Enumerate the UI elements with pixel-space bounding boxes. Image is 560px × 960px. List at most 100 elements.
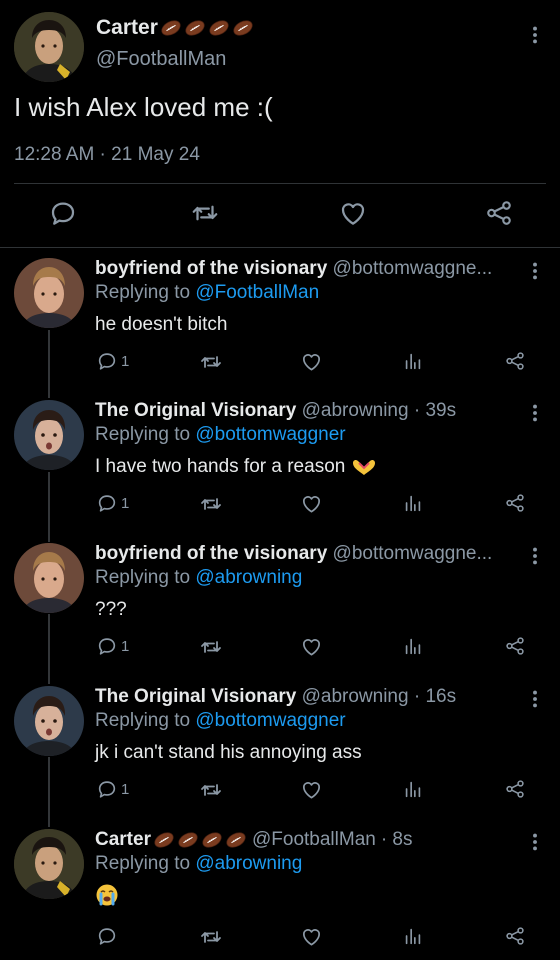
like-button[interactable] xyxy=(300,925,323,948)
more-vertical-icon[interactable] xyxy=(532,545,538,567)
like-button[interactable] xyxy=(300,350,323,373)
heart-icon xyxy=(300,635,323,658)
football-emoji-icon xyxy=(184,19,206,37)
views-button[interactable] xyxy=(402,635,424,657)
views-button[interactable] xyxy=(402,925,424,947)
more-vertical-icon[interactable] xyxy=(532,688,538,710)
reply-button[interactable] xyxy=(96,925,118,947)
author-handle[interactable]: @FootballMan xyxy=(252,829,376,851)
avatar[interactable] xyxy=(14,400,84,470)
replying-prefix: Replying to xyxy=(95,424,191,445)
more-vertical-icon[interactable] xyxy=(532,831,538,853)
reply-button[interactable]: 1 xyxy=(96,635,129,657)
avatar[interactable] xyxy=(14,543,84,613)
reply-header: The Original Visionary @abrowning · 16s xyxy=(95,686,525,708)
reply-tweet[interactable]: boyfriend of the visionary @bottomwaggne… xyxy=(0,250,560,392)
share-icon xyxy=(484,198,514,228)
reply-count: 1 xyxy=(121,637,130,655)
author-handle[interactable]: @abrowning xyxy=(302,686,409,707)
reply-count: 1 xyxy=(121,780,130,798)
author-name[interactable]: boyfriend of the visionary xyxy=(95,543,327,564)
reply-icon xyxy=(96,925,118,947)
share-button[interactable] xyxy=(504,925,526,947)
retweet-button[interactable] xyxy=(199,350,223,374)
reply-text-row xyxy=(95,883,119,907)
views-button[interactable] xyxy=(402,778,424,800)
divider xyxy=(14,183,546,184)
reply-tweet[interactable]: Carter @FootballMan · 8s Replying to @ab… xyxy=(0,821,560,960)
mention-link[interactable]: @bottomwaggner xyxy=(195,424,345,445)
author-name[interactable]: boyfriend of the visionary xyxy=(95,258,327,279)
reply-button[interactable]: 1 xyxy=(96,778,129,800)
author-handle[interactable]: @bottomwaggne... xyxy=(333,258,493,279)
reply-text: ??? xyxy=(95,599,127,620)
avatar-image xyxy=(14,258,84,328)
avatar[interactable] xyxy=(14,12,84,82)
share-icon xyxy=(504,778,526,800)
avatar-image xyxy=(14,829,84,899)
retweet-button[interactable] xyxy=(199,635,223,659)
football-emoji-icon xyxy=(201,831,223,849)
reply-text-row: I have two hands for a reason xyxy=(95,456,377,478)
reply-actions: 1 xyxy=(0,350,560,378)
share-button[interactable] xyxy=(504,492,526,514)
like-button[interactable] xyxy=(300,635,323,658)
share-button[interactable] xyxy=(484,198,514,233)
reply-button[interactable]: 1 xyxy=(96,492,129,514)
mention-link[interactable]: @abrowning xyxy=(195,853,302,874)
replying-prefix: Replying to xyxy=(95,282,191,303)
retweet-icon xyxy=(199,350,223,374)
views-button[interactable] xyxy=(402,350,424,372)
more-vertical-icon[interactable] xyxy=(532,24,538,46)
reply-count: 1 xyxy=(121,352,130,370)
replying-to: Replying to @abrowning xyxy=(95,853,302,875)
reply-tweet[interactable]: The Original Visionary @abrowning · 16s … xyxy=(0,678,560,820)
share-button[interactable] xyxy=(504,778,526,800)
author-handle[interactable]: @FootballMan xyxy=(96,48,226,71)
reply-header: boyfriend of the visionary @bottomwaggne… xyxy=(95,258,525,280)
author-name[interactable]: Carter xyxy=(95,829,151,851)
like-button[interactable] xyxy=(300,492,323,515)
replying-to: Replying to @FootballMan xyxy=(95,282,319,304)
retweet-button[interactable] xyxy=(199,925,223,949)
reply-header: boyfriend of the visionary @bottomwaggne… xyxy=(95,543,525,565)
reply-tweet[interactable]: boyfriend of the visionary @bottomwaggne… xyxy=(0,535,560,677)
retweet-button[interactable] xyxy=(199,778,223,802)
retweet-button[interactable] xyxy=(190,198,220,233)
post-age[interactable]: · 39s xyxy=(414,400,456,421)
post-age[interactable]: · 16s xyxy=(414,686,456,707)
more-vertical-icon[interactable] xyxy=(532,260,538,282)
avatar[interactable] xyxy=(14,829,84,899)
post-age[interactable]: · 8s xyxy=(381,829,413,851)
author-handle[interactable]: @bottomwaggne... xyxy=(333,543,493,564)
avatar[interactable] xyxy=(14,258,84,328)
reply-button[interactable] xyxy=(48,198,78,233)
views-button[interactable] xyxy=(402,492,424,514)
share-icon xyxy=(504,635,526,657)
like-button[interactable] xyxy=(300,778,323,801)
more-vertical-icon[interactable] xyxy=(532,402,538,424)
avatar-image xyxy=(14,12,84,82)
loudly-crying-emoji-icon xyxy=(96,884,118,906)
share-button[interactable] xyxy=(504,635,526,657)
reply-icon xyxy=(96,350,118,372)
replying-to: Replying to @bottomwaggner xyxy=(95,424,346,446)
author-name[interactable]: Carter xyxy=(96,16,158,40)
mention-link[interactable]: @bottomwaggner xyxy=(195,710,345,731)
author-handle[interactable]: @abrowning xyxy=(302,400,409,421)
like-button[interactable] xyxy=(338,198,368,233)
reply-actions: 1 xyxy=(0,778,560,806)
mention-link[interactable]: @FootballMan xyxy=(195,282,319,303)
reply-button[interactable]: 1 xyxy=(96,350,129,372)
author-name[interactable]: The Original Visionary xyxy=(95,400,296,421)
analytics-icon xyxy=(402,778,424,800)
reply-tweet[interactable]: The Original Visionary @abrowning · 39s … xyxy=(0,392,560,534)
reply-actions: 1 xyxy=(0,492,560,520)
author-name-row[interactable]: Carter xyxy=(96,14,254,42)
avatar[interactable] xyxy=(14,686,84,756)
mention-link[interactable]: @abrowning xyxy=(195,567,302,588)
tweet-timestamp[interactable]: 12:28 AM · 21 May 24 xyxy=(14,144,200,166)
retweet-button[interactable] xyxy=(199,492,223,516)
author-name[interactable]: The Original Visionary xyxy=(95,686,296,707)
share-button[interactable] xyxy=(504,350,526,372)
